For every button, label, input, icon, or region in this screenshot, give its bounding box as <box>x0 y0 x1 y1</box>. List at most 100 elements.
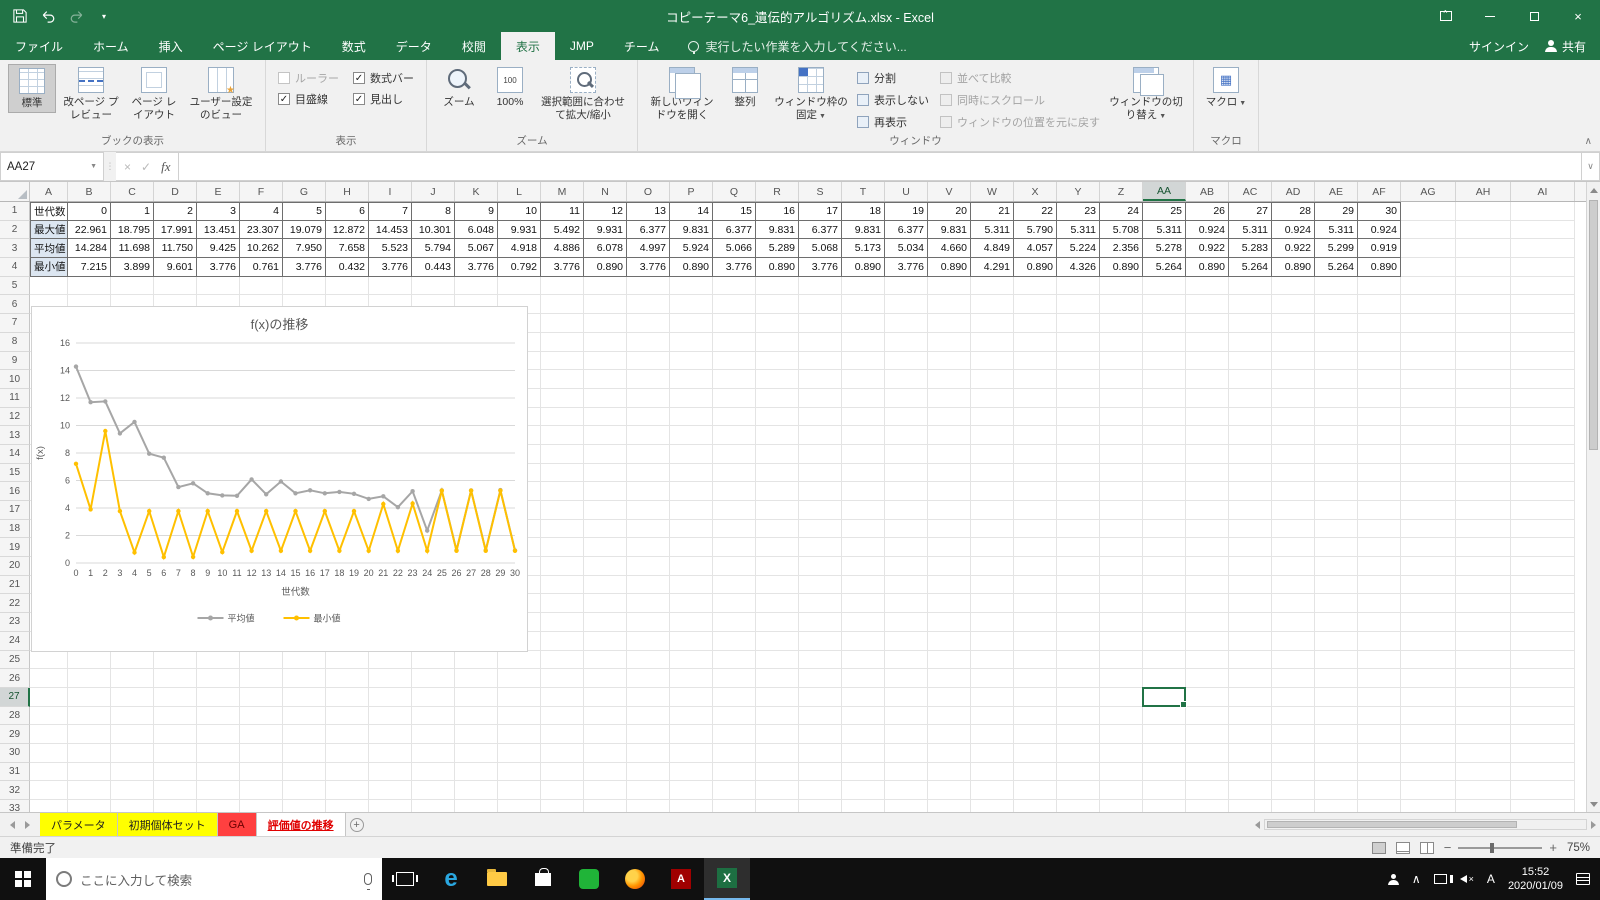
cell-J5[interactable] <box>412 276 455 296</box>
cell-V17[interactable] <box>928 501 971 520</box>
cell-T10[interactable] <box>842 370 885 389</box>
cell-F3[interactable]: 10.262 <box>240 239 283 259</box>
row-header-16[interactable]: 16 <box>0 482 30 501</box>
cell-K28[interactable] <box>455 706 498 726</box>
cell-AE32[interactable] <box>1315 781 1358 800</box>
cell-AE9[interactable] <box>1315 351 1358 371</box>
cell-K25[interactable] <box>455 650 498 670</box>
cell-Y32[interactable] <box>1057 781 1100 800</box>
cell-AF2[interactable]: 0.924 <box>1358 220 1401 240</box>
cell-E28[interactable] <box>197 706 240 726</box>
column-header-AI[interactable]: AI <box>1511 182 1575 201</box>
save-icon[interactable] <box>12 8 28 24</box>
cell-AF16[interactable] <box>1358 482 1401 501</box>
cell-AA26[interactable] <box>1143 669 1186 688</box>
cell-AE11[interactable] <box>1315 388 1358 408</box>
zoom-to-selection-button[interactable]: 選択範囲に合わせて拡大/縮小 <box>537 64 629 123</box>
cell-Z10[interactable] <box>1100 370 1143 389</box>
cell-AE23[interactable] <box>1315 613 1358 632</box>
cell-N31[interactable] <box>584 762 627 782</box>
zoom-in-icon[interactable]: + <box>1549 840 1557 855</box>
cell-Z6[interactable] <box>1100 295 1143 315</box>
cell-G29[interactable] <box>283 725 326 744</box>
cell-AI16[interactable] <box>1511 482 1575 501</box>
new-window-button[interactable]: 新しいウィンドウを開く <box>646 64 718 123</box>
cell-B5[interactable] <box>68 276 111 296</box>
cell-N1[interactable]: 12 <box>584 202 627 221</box>
cell-J27[interactable] <box>412 687 455 707</box>
column-header-AB[interactable]: AB <box>1186 182 1229 201</box>
cell-H33[interactable] <box>326 800 369 812</box>
cell-Q1[interactable]: 15 <box>713 202 756 221</box>
cell-O17[interactable] <box>627 501 670 520</box>
cell-Q18[interactable] <box>713 519 756 539</box>
cell-P9[interactable] <box>670 351 713 371</box>
cell-G32[interactable] <box>283 781 326 800</box>
cell-Z29[interactable] <box>1100 725 1143 744</box>
cell-B4[interactable]: 7.215 <box>68 258 111 277</box>
cell-E25[interactable] <box>197 650 240 670</box>
cell-X25[interactable] <box>1014 650 1057 670</box>
cell-Y20[interactable] <box>1057 557 1100 576</box>
cell-AI4[interactable] <box>1511 258 1575 277</box>
cell-M25[interactable] <box>541 650 584 670</box>
cell-X26[interactable] <box>1014 669 1057 688</box>
cell-T8[interactable] <box>842 332 885 352</box>
cell-O23[interactable] <box>627 613 670 632</box>
cell-R18[interactable] <box>756 519 799 539</box>
cell-AD5[interactable] <box>1272 276 1315 296</box>
cell-AC3[interactable]: 5.283 <box>1229 239 1272 259</box>
cell-Y7[interactable] <box>1057 314 1100 333</box>
cell-AH32[interactable] <box>1456 781 1511 800</box>
cell-M5[interactable] <box>541 276 584 296</box>
cell-O22[interactable] <box>627 594 670 614</box>
cell-AB25[interactable] <box>1186 650 1229 670</box>
cell-P17[interactable] <box>670 501 713 520</box>
cell-Q21[interactable] <box>713 575 756 595</box>
cell-P24[interactable] <box>670 631 713 651</box>
cell-S32[interactable] <box>799 781 842 800</box>
cell-AE30[interactable] <box>1315 743 1358 763</box>
cell-Q8[interactable] <box>713 332 756 352</box>
cell-Z13[interactable] <box>1100 426 1143 445</box>
cell-AI27[interactable] <box>1511 687 1575 707</box>
cell-AG25[interactable] <box>1401 650 1456 670</box>
cell-W29[interactable] <box>971 725 1014 744</box>
cell-Y31[interactable] <box>1057 762 1100 782</box>
scroll-right-icon[interactable] <box>1591 820 1596 829</box>
cell-O30[interactable] <box>627 743 670 763</box>
cell-Q11[interactable] <box>713 388 756 408</box>
cell-M1[interactable]: 11 <box>541 202 584 221</box>
cell-AI23[interactable] <box>1511 613 1575 632</box>
redo-icon[interactable] <box>68 8 84 24</box>
column-header-U[interactable]: U <box>885 182 928 201</box>
cell-AE2[interactable]: 5.311 <box>1315 220 1358 240</box>
cell-X3[interactable]: 4.057 <box>1014 239 1057 259</box>
cell-AD19[interactable] <box>1272 538 1315 558</box>
cell-R13[interactable] <box>756 426 799 445</box>
cell-X2[interactable]: 5.790 <box>1014 220 1057 240</box>
cell-AF3[interactable]: 0.919 <box>1358 239 1401 259</box>
cell-AG6[interactable] <box>1401 295 1456 315</box>
cell-L30[interactable] <box>498 743 541 763</box>
cell-R32[interactable] <box>756 781 799 800</box>
cell-AI22[interactable] <box>1511 594 1575 614</box>
cell-AH33[interactable] <box>1456 800 1511 812</box>
cell-AI5[interactable] <box>1511 276 1575 296</box>
cell-V29[interactable] <box>928 725 971 744</box>
cell-AD31[interactable] <box>1272 762 1315 782</box>
cell-Z22[interactable] <box>1100 594 1143 614</box>
column-header-S[interactable]: S <box>799 182 842 201</box>
cell-L4[interactable]: 0.792 <box>498 258 541 277</box>
cell-AB31[interactable] <box>1186 762 1229 782</box>
cell-AG28[interactable] <box>1401 706 1456 726</box>
cell-I33[interactable] <box>369 800 412 812</box>
gridlines-checkbox[interactable]: ✓ 目盛線 <box>278 91 339 107</box>
cell-O28[interactable] <box>627 706 670 726</box>
cell-Y22[interactable] <box>1057 594 1100 614</box>
cell-AC19[interactable] <box>1229 538 1272 558</box>
cell-AC31[interactable] <box>1229 762 1272 782</box>
cell-L28[interactable] <box>498 706 541 726</box>
cell-N11[interactable] <box>584 388 627 408</box>
cell-M15[interactable] <box>541 463 584 483</box>
